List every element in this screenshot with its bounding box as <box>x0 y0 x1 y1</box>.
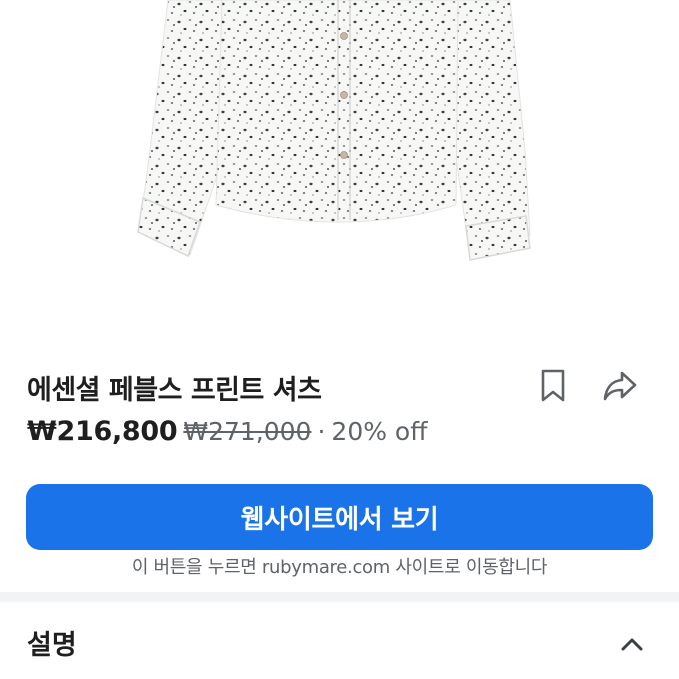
shirt-photo <box>137 0 531 261</box>
title-row: 에센셜 페블스 프린트 셔츠 <box>27 366 652 406</box>
description-header[interactable]: 설명 <box>0 602 679 679</box>
product-image[interactable] <box>0 0 679 338</box>
price-row: ₩216,800 ₩271,000 · 20% off <box>27 416 427 454</box>
product-title: 에센셜 페블스 프린트 셔츠 <box>27 375 322 406</box>
chevron-up-icon <box>621 638 643 651</box>
original-price: ₩271,000 <box>183 417 312 446</box>
collapse-toggle[interactable] <box>612 624 652 664</box>
section-divider <box>0 592 679 602</box>
redirect-note: 이 버튼을 누르면 rubymare.com 사이트로 이동합니다 <box>131 557 548 578</box>
bookmark-icon <box>541 369 565 402</box>
description-title: 설명 <box>27 630 77 661</box>
current-price: ₩216,800 <box>27 416 178 447</box>
view-website-button[interactable]: 웹사이트에서 보기 <box>26 484 653 550</box>
share-button[interactable] <box>600 366 640 406</box>
share-icon <box>603 371 637 401</box>
price-separator: · <box>317 417 326 446</box>
bookmark-button[interactable] <box>533 366 573 406</box>
discount-label: 20% off <box>331 417 428 446</box>
